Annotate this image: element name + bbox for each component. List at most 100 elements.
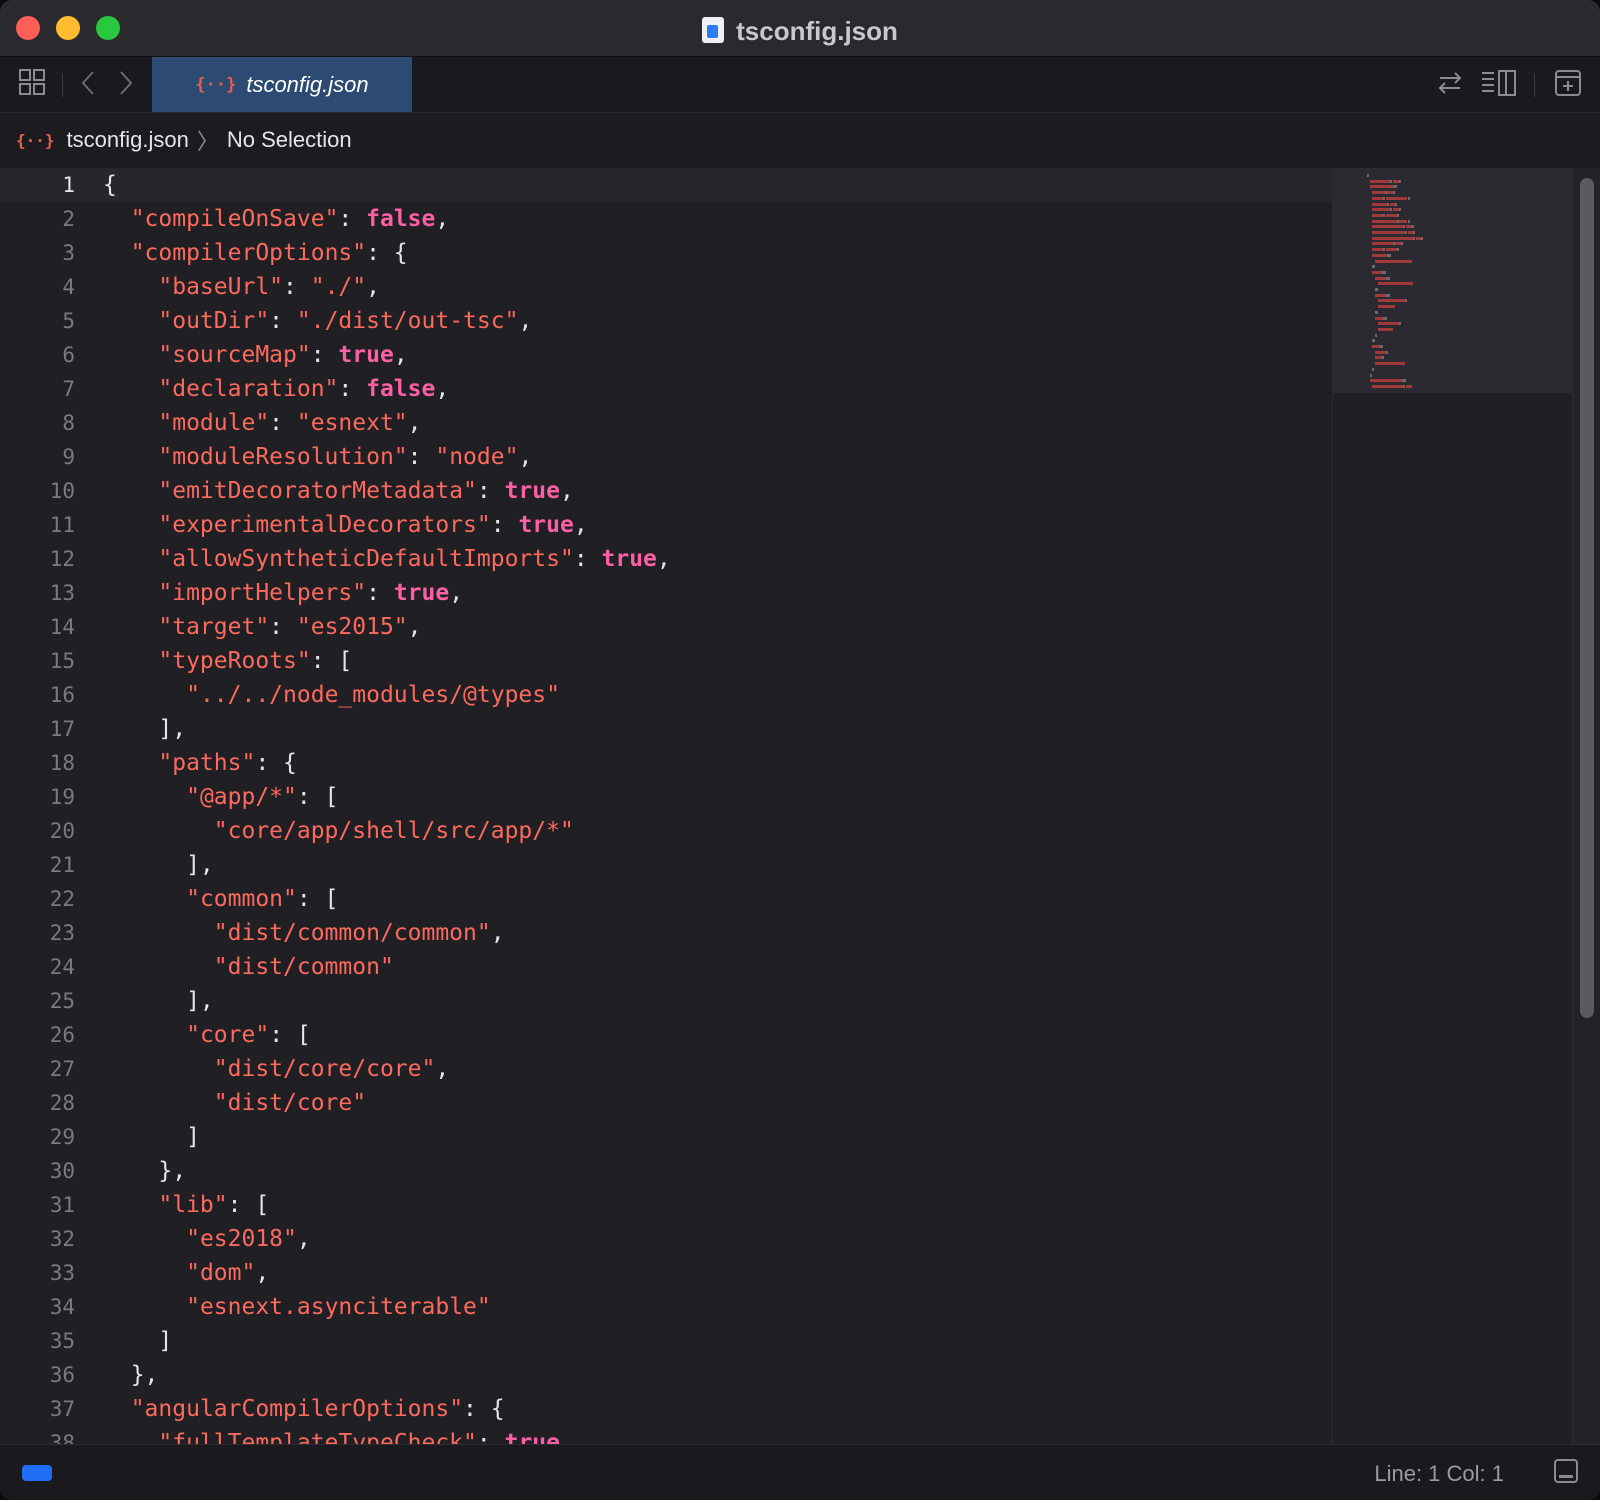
code-editor[interactable]: 1{2 "compileOnSave": false, 3 "compilerOp… [0,168,1332,1444]
line-number: 25 [49,989,75,1013]
code-line[interactable]: 18 "paths": { [0,746,1332,780]
code-line[interactable]: 15 "typeRoots": [ [0,644,1332,678]
line-code: "dist/common" [103,950,394,984]
minimap-line [1399,208,1402,212]
status-indicator[interactable] [22,1465,52,1481]
grid-icon[interactable] [18,68,46,103]
code-line[interactable]: 23 "dist/common/common", [0,916,1332,950]
minimap-viewport[interactable] [1333,168,1573,393]
line-code: "compileOnSave": false, [103,202,450,236]
json-key: "outDir" [158,308,270,334]
json-key: "moduleResolution" [158,444,408,470]
code-line[interactable]: 4 "baseUrl": "./", [0,270,1332,304]
code-line[interactable]: 19 "@app/*": [ [0,780,1332,814]
json-punct [103,1260,186,1286]
forward-chevron-icon[interactable] [118,69,134,104]
code-line[interactable]: 30 }, [0,1154,1332,1188]
json-literal: false [366,376,436,402]
code-line[interactable]: 37 "angularCompilerOptions": { [0,1392,1332,1426]
line-number: 14 [49,615,75,639]
line-code: "@app/*": [ [103,780,338,814]
json-punct [103,818,214,844]
code-line[interactable]: 20 "core/app/shell/src/app/*" [0,814,1332,848]
minimap-line [1412,236,1415,240]
code-line[interactable]: 32 "es2018", [0,1222,1332,1256]
line-number: 23 [49,921,75,945]
scrollbar-thumb[interactable] [1580,178,1594,1018]
code-line[interactable]: 24 "dist/common" [0,950,1332,984]
add-editor-icon[interactable] [1554,69,1582,104]
toggle-panel-icon[interactable] [1554,1459,1578,1483]
code-line[interactable]: 1{ [0,168,1332,202]
minimap-line [1372,253,1388,257]
minimap-line [1372,225,1404,229]
line-number: 38 [49,1431,75,1444]
tab-tsconfig[interactable]: {··} tsconfig.json [152,57,412,112]
code-line[interactable]: 6 "sourceMap": true, [0,338,1332,372]
breadcrumb-selection[interactable]: No Selection [227,127,352,153]
code-line[interactable]: 14 "target": "es2015", [0,610,1332,644]
json-key: "common" [186,886,297,912]
json-punct: : [ [296,886,339,912]
code-line[interactable]: 22 "common": [ [0,882,1332,916]
code-line[interactable]: 5 "outDir": "./dist/out-tsc", [0,304,1332,338]
json-punct: : [338,376,367,402]
code-line[interactable]: 3 "compilerOptions": { [0,236,1332,270]
line-code: ], [103,712,186,746]
code-line[interactable]: 17 ], [0,712,1332,746]
json-punct: , [393,342,408,368]
code-line[interactable]: 26 "core": [ [0,1018,1332,1052]
editor-window: tsconfig.json {··} tsconfig.json {··} tsc… [0,0,1600,1500]
minimap-line [1402,379,1407,383]
json-key: "fullTemplateTypeCheck" [158,1430,477,1444]
code-line[interactable]: 8 "module": "esnext", [0,406,1332,440]
code-line[interactable]: 7 "declaration": false, [0,372,1332,406]
json-punct [103,580,158,606]
breadcrumb-file[interactable]: tsconfig.json [67,127,189,153]
code-line[interactable]: 2 "compileOnSave": false, [0,202,1332,236]
code-line[interactable]: 29 ] [0,1120,1332,1154]
back-chevron-icon[interactable] [80,69,96,104]
json-string: "./" [310,274,367,300]
json-punct: , [490,920,505,946]
line-code: "../../node_modules/@types" [103,678,560,712]
code-line[interactable]: 21 ], [0,848,1332,882]
line-code: ] [103,1120,200,1154]
code-line[interactable]: 11 "experimentalDecorators": true, [0,508,1332,542]
code-line[interactable]: 27 "dist/core/core", [0,1052,1332,1086]
line-number: 7 [62,377,75,401]
code-line[interactable]: 25 ], [0,984,1332,1018]
minimap-line [1383,196,1386,200]
json-punct: : [ [269,1022,311,1048]
code-line[interactable]: 12 "allowSyntheticDefaultImports": true, [0,542,1332,576]
line-code: "compilerOptions": { [103,236,408,270]
code-line[interactable]: 28 "dist/core" [0,1086,1332,1120]
minimap-line [1383,316,1388,320]
swap-arrows-icon[interactable] [1436,69,1464,104]
code-line[interactable]: 33 "dom", [0,1256,1332,1290]
json-punct: , [366,274,380,300]
minimap-line [1403,384,1406,388]
vertical-scrollbar[interactable] [1572,168,1600,1444]
minimap[interactable] [1332,168,1573,1444]
line-number: 17 [49,717,75,741]
code-line[interactable]: 10 "emitDecoratorMetadata": true, [0,474,1332,508]
code-line[interactable]: 31 "lib": [ [0,1188,1332,1222]
minimap-line [1372,367,1375,371]
code-line[interactable]: 36 }, [0,1358,1332,1392]
editor-layout-icon[interactable] [1480,69,1518,104]
code-line[interactable]: 9 "moduleResolution": "node", [0,440,1332,474]
line-col-indicator[interactable]: Line: 1 Col: 1 [1374,1461,1504,1487]
line-code: "core/app/shell/src/app/*" [103,814,574,848]
line-number: 6 [62,343,75,367]
code-line[interactable]: 16 "../../node_modules/@types" [0,678,1332,712]
code-line[interactable]: 34 "esnext.asynciterable" [0,1290,1332,1324]
code-line[interactable]: 38 "fullTemplateTypeCheck": true [0,1426,1332,1444]
minimap-line [1381,356,1384,360]
line-number: 4 [62,275,75,299]
line-code: "importHelpers": true, [103,576,463,610]
minimap-line [1372,248,1384,252]
code-line[interactable]: 35 ] [0,1324,1332,1358]
minimap-line [1369,379,1403,383]
code-line[interactable]: 13 "importHelpers": true, [0,576,1332,610]
